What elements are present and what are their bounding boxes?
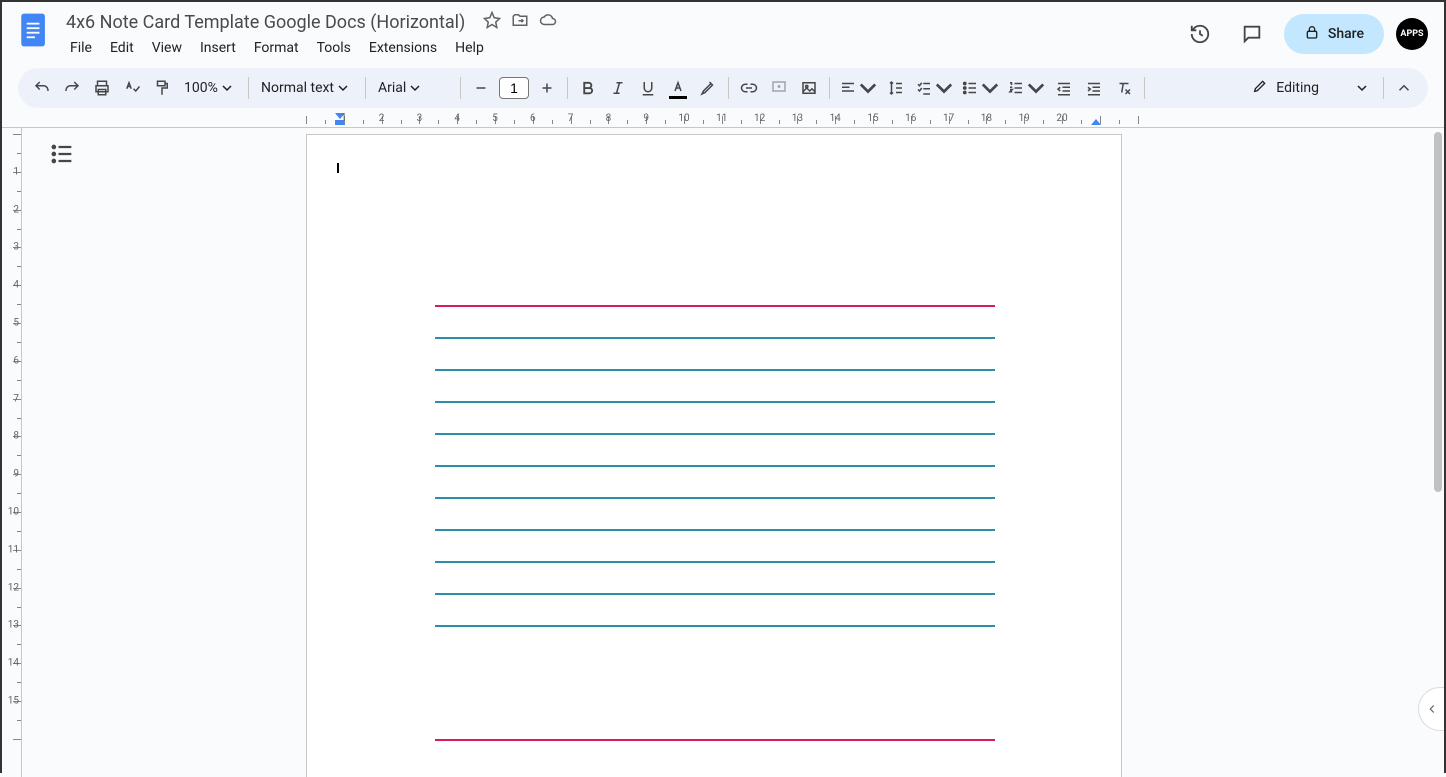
share-button[interactable]: Share <box>1284 14 1384 54</box>
toolbar: 100% Normal text Arial Editing <box>18 68 1428 108</box>
lock-icon <box>1304 24 1320 44</box>
notecard-bottom-line <box>435 739 995 741</box>
show-outline-button[interactable] <box>48 140 76 168</box>
font-family-value: Arial <box>378 80 406 96</box>
notecard-rule-line <box>435 369 995 371</box>
move-icon[interactable] <box>511 11 529 33</box>
align-button[interactable] <box>836 74 880 102</box>
clear-formatting-button[interactable] <box>1110 74 1138 102</box>
notecard-rule-line <box>435 497 995 499</box>
notecard-rule-line <box>435 465 995 467</box>
undo-button[interactable] <box>28 74 56 102</box>
italic-button[interactable] <box>604 74 632 102</box>
document-title[interactable]: 4x6 Note Card Template Google Docs (Hori… <box>62 10 469 35</box>
notecard-rule-line <box>435 529 995 531</box>
menu-file[interactable]: File <box>62 36 100 60</box>
collapse-toolbar-button[interactable] <box>1390 74 1418 102</box>
menu-extensions[interactable]: Extensions <box>361 36 445 60</box>
menu-format[interactable]: Format <box>246 36 307 60</box>
vertical-ruler[interactable]: 123456789101112131415 <box>2 128 22 777</box>
share-label: Share <box>1328 26 1364 42</box>
editing-mode-label: Editing <box>1276 80 1319 96</box>
increase-font-size-button[interactable] <box>533 74 561 102</box>
menu-insert[interactable]: Insert <box>192 36 244 60</box>
zoom-value: 100% <box>184 80 218 96</box>
star-icon[interactable] <box>483 11 501 33</box>
increase-indent-button[interactable] <box>1080 74 1108 102</box>
comments-icon[interactable] <box>1232 14 1272 54</box>
checklist-button[interactable] <box>912 74 956 102</box>
document-page[interactable] <box>306 134 1122 777</box>
decrease-indent-button[interactable] <box>1050 74 1078 102</box>
horizontal-ruler[interactable]: 1234567891011121314151617181920 <box>2 112 1444 128</box>
bulleted-list-button[interactable] <box>958 74 1002 102</box>
insert-link-button[interactable] <box>735 74 763 102</box>
menu-view[interactable]: View <box>144 36 190 60</box>
notecard-rule-line <box>435 625 995 627</box>
vertical-scrollbar[interactable] <box>1434 132 1442 492</box>
paragraph-style-value: Normal text <box>261 80 334 96</box>
pencil-icon <box>1252 78 1268 98</box>
menu-tools[interactable]: Tools <box>309 36 359 60</box>
account-avatar[interactable]: APPS <box>1396 18 1428 50</box>
decrease-font-size-button[interactable] <box>467 74 495 102</box>
spellcheck-button[interactable] <box>118 74 146 102</box>
zoom-select[interactable]: 100% <box>178 80 242 96</box>
text-color-button[interactable] <box>664 74 692 102</box>
editing-mode-button[interactable]: Editing <box>1242 78 1377 98</box>
paint-format-button[interactable] <box>148 74 176 102</box>
docs-logo[interactable] <box>14 10 54 50</box>
notecard-rule-line <box>435 433 995 435</box>
redo-button[interactable] <box>58 74 86 102</box>
line-spacing-button[interactable] <box>882 74 910 102</box>
notecard-rule-line <box>435 401 995 403</box>
font-size-input[interactable] <box>499 77 529 99</box>
notecard-rule-line <box>435 593 995 595</box>
menu-help[interactable]: Help <box>447 36 492 60</box>
insert-image-button[interactable] <box>795 74 823 102</box>
menu-edit[interactable]: Edit <box>102 36 142 60</box>
notecard-top-line <box>435 305 995 307</box>
menu-bar: File Edit View Insert Format Tools Exten… <box>62 36 1180 60</box>
underline-button[interactable] <box>634 74 662 102</box>
font-family-select[interactable]: Arial <box>372 80 454 96</box>
paragraph-style-select[interactable]: Normal text <box>255 80 359 96</box>
add-comment-button[interactable] <box>765 74 793 102</box>
numbered-list-button[interactable] <box>1004 74 1048 102</box>
notecard-rule-line <box>435 337 995 339</box>
cloud-saved-icon[interactable] <box>539 11 557 33</box>
notecard-rule-line <box>435 561 995 563</box>
version-history-icon[interactable] <box>1180 14 1220 54</box>
document-canvas[interactable] <box>22 128 1444 777</box>
text-cursor <box>337 163 339 173</box>
print-button[interactable] <box>88 74 116 102</box>
bold-button[interactable] <box>574 74 602 102</box>
highlight-color-button[interactable] <box>694 74 722 102</box>
